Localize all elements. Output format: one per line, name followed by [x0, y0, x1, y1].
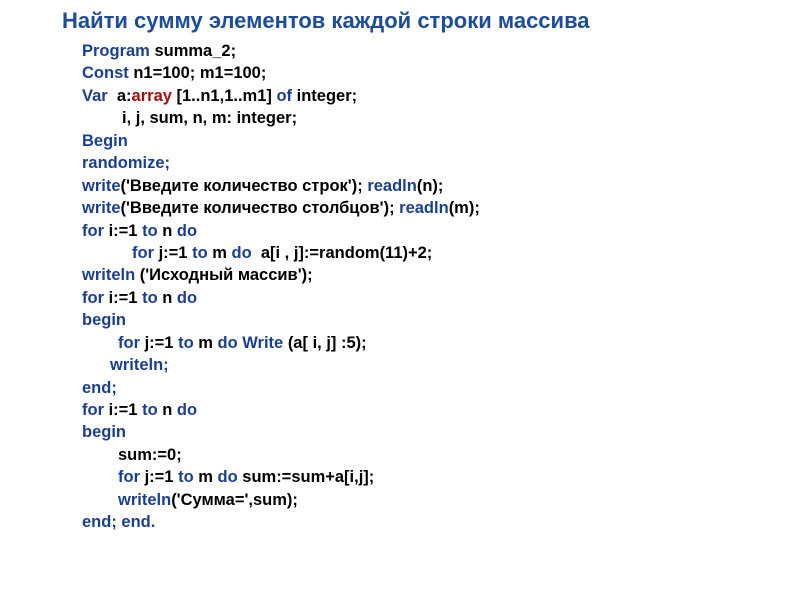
- keyword-to: to: [142, 222, 162, 240]
- keyword-write: write: [82, 177, 121, 195]
- code-text: ('Введите количество строк');: [121, 177, 368, 195]
- code-text: summa_2;: [154, 42, 236, 60]
- code-line: for i:=1 to n do: [82, 220, 800, 242]
- code-line: sum:=0;: [82, 444, 800, 466]
- code-text: n: [162, 289, 177, 307]
- code-text: i:=1: [109, 222, 142, 240]
- code-text: m: [198, 468, 217, 486]
- code-text: n1=100; m1=100;: [133, 64, 266, 82]
- code-text: n: [162, 222, 177, 240]
- code-text: a[i , j]:=random(11)+2;: [261, 244, 432, 262]
- code-line: writeln ('Исходный массив');: [82, 264, 800, 286]
- keyword-to: to: [192, 244, 212, 262]
- keyword-to: to: [142, 401, 162, 419]
- code-line: Var a:array [1..n1,1..m1] of integer;: [82, 85, 800, 107]
- code-text: sum:=0;: [118, 446, 182, 464]
- keyword-to: to: [178, 468, 198, 486]
- code-text: (m);: [449, 199, 480, 217]
- keyword-of: of: [276, 87, 296, 105]
- code-text: integer;: [297, 87, 358, 105]
- slide-title: Найти сумму элементов каждой строки масс…: [0, 8, 800, 34]
- keyword-begin: begin: [82, 311, 126, 329]
- code-line: begin: [82, 309, 800, 331]
- keyword-program: Program: [82, 42, 154, 60]
- keyword-for: for: [118, 468, 145, 486]
- keyword-for: for: [82, 289, 109, 307]
- keyword-write-cap: Write: [242, 334, 288, 352]
- keyword-readln: readln: [367, 177, 417, 195]
- keyword-for: for: [132, 244, 159, 262]
- keyword-writeln: writeln: [118, 491, 171, 509]
- code-line: for j:=1 to m do Write (a[ i, j] :5);: [82, 332, 800, 354]
- code-text: j:=1: [159, 244, 192, 262]
- keyword-for: for: [118, 334, 145, 352]
- code-line: Begin: [82, 130, 800, 152]
- code-text: ('Сумма=',sum);: [171, 491, 298, 509]
- keyword-begin: Begin: [82, 132, 128, 150]
- code-line: i, j, sum, n, m: integer;: [82, 107, 800, 129]
- keyword-const: Const: [82, 64, 133, 82]
- code-line: writeln('Сумма=',sum);: [82, 489, 800, 511]
- code-text: i:=1: [109, 289, 142, 307]
- code-line: write('Введите количество столбцов'); re…: [82, 197, 800, 219]
- code-line: for j:=1 to m do sum:=sum+a[i,j];: [82, 466, 800, 488]
- keyword-for: for: [82, 401, 109, 419]
- keyword-end: end;: [82, 379, 117, 397]
- code-line: randomize;: [82, 152, 800, 174]
- code-text: j:=1: [145, 334, 178, 352]
- code-text: m: [198, 334, 217, 352]
- code-line: for i:=1 to n do: [82, 287, 800, 309]
- code-text: i, j, sum, n, m: integer;: [122, 109, 297, 127]
- keyword-array: array: [132, 87, 177, 105]
- code-line: writeln;: [82, 354, 800, 376]
- code-line: end; end.: [82, 511, 800, 533]
- code-text: i:=1: [109, 401, 142, 419]
- keyword-do: do: [232, 244, 261, 262]
- code-line: begin: [82, 421, 800, 443]
- keyword-do: do: [218, 468, 243, 486]
- code-line: for i:=1 to n do: [82, 399, 800, 421]
- keyword-readln: readln: [399, 199, 449, 217]
- keyword-do: do: [177, 401, 197, 419]
- code-text: n: [162, 401, 177, 419]
- keyword-writeln: writeln;: [110, 356, 169, 374]
- keyword-to: to: [178, 334, 198, 352]
- code-text: [1..n1,1..m1]: [177, 87, 277, 105]
- code-text: ('Исходный массив');: [140, 266, 313, 284]
- keyword-do: do: [218, 334, 243, 352]
- code-text: sum:=sum+a[i,j];: [242, 468, 374, 486]
- keyword-to: to: [142, 289, 162, 307]
- code-text: a:: [117, 87, 132, 105]
- keyword-write: write: [82, 199, 121, 217]
- code-line: Const n1=100; m1=100;: [82, 62, 800, 84]
- code-text: m: [212, 244, 231, 262]
- keyword-end: end;: [82, 513, 121, 531]
- keyword-begin: begin: [82, 423, 126, 441]
- code-text: ('Введите количество столбцов');: [121, 199, 400, 217]
- keyword-writeln: writeln: [82, 266, 140, 284]
- keyword-randomize: randomize;: [82, 154, 170, 172]
- keyword-for: for: [82, 222, 109, 240]
- code-line: for j:=1 to m do a[i , j]:=random(11)+2;: [82, 242, 800, 264]
- code-text: (n);: [417, 177, 444, 195]
- code-block: Program summa_2; Const n1=100; m1=100; V…: [0, 40, 800, 534]
- keyword-end-dot: end.: [121, 513, 155, 531]
- keyword-do: do: [177, 222, 197, 240]
- keyword-var: Var: [82, 87, 117, 105]
- code-line: end;: [82, 377, 800, 399]
- keyword-do: do: [177, 289, 197, 307]
- code-line: Program summa_2;: [82, 40, 800, 62]
- code-text: j:=1: [145, 468, 178, 486]
- code-line: write('Введите количество строк'); readl…: [82, 175, 800, 197]
- code-text: (a[ i, j] :5);: [288, 334, 367, 352]
